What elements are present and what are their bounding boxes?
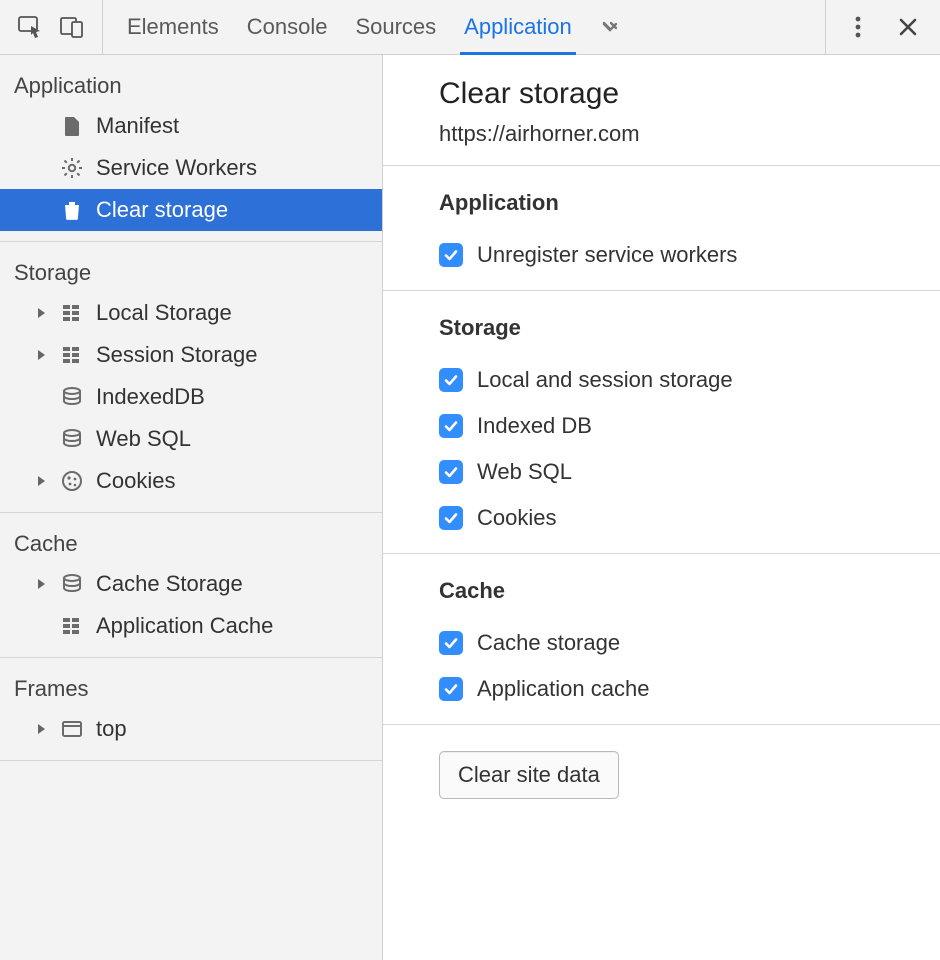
group-heading: Application xyxy=(439,190,940,216)
page-title: Clear storage xyxy=(439,77,940,111)
origin-url: https://airhorner.com xyxy=(439,121,940,147)
checkbox-icon[interactable] xyxy=(439,506,463,530)
tab-label: Elements xyxy=(127,14,219,40)
sidebar-item-manifest[interactable]: Manifest xyxy=(0,105,382,147)
grid-icon xyxy=(60,302,84,324)
sidebar-item-label: Service Workers xyxy=(96,153,257,183)
option-label: Cache storage xyxy=(477,630,620,656)
sidebar-item-label: Cache Storage xyxy=(96,569,243,599)
sidebar-section-title: Cache xyxy=(0,513,382,563)
option-label: Unregister service workers xyxy=(477,242,737,268)
grid-icon xyxy=(60,615,84,637)
sidebar-item-label: Session Storage xyxy=(96,340,257,370)
tab-application[interactable]: Application xyxy=(464,0,572,54)
checkbox-icon[interactable] xyxy=(439,677,463,701)
db-icon xyxy=(60,386,84,408)
devtools-toolbar: Elements Console Sources Application xyxy=(0,0,940,55)
expand-arrow-icon xyxy=(34,349,48,361)
sidebar-item-websql[interactable]: Web SQL xyxy=(0,418,382,460)
option-cookies[interactable]: Cookies xyxy=(439,495,940,541)
tab-label: Console xyxy=(247,14,328,40)
option-label: Application cache xyxy=(477,676,649,702)
option-app-cache[interactable]: Application cache xyxy=(439,666,940,712)
option-local-session[interactable]: Local and session storage xyxy=(439,357,940,403)
sidebar-item-label: top xyxy=(96,714,127,744)
sidebar-item-label: Cookies xyxy=(96,466,175,496)
sidebar-item-label: Clear storage xyxy=(96,195,228,225)
expand-arrow-icon xyxy=(34,307,48,319)
clear-site-data-button[interactable]: Clear site data xyxy=(439,751,619,799)
option-label: Indexed DB xyxy=(477,413,592,439)
expand-arrow-icon xyxy=(34,475,48,487)
sidebar-item-label: Web SQL xyxy=(96,424,191,454)
devtools-tabs: Elements Console Sources Application xyxy=(103,0,825,54)
sidebar-item-indexeddb[interactable]: IndexedDB xyxy=(0,376,382,418)
main-panel: Clear storage https://airhorner.com Appl… xyxy=(383,55,940,960)
sidebar-item-cache-storage[interactable]: Cache Storage xyxy=(0,563,382,605)
group-heading: Storage xyxy=(439,315,940,341)
tab-elements[interactable]: Elements xyxy=(127,0,219,54)
sidebar-section-title: Frames xyxy=(0,658,382,708)
tab-label: Application xyxy=(464,14,572,40)
sidebar-item-label: Local Storage xyxy=(96,298,232,328)
db-icon xyxy=(60,573,84,595)
option-label: Cookies xyxy=(477,505,556,531)
sidebar-item-label: Manifest xyxy=(96,111,179,141)
toolbar-right xyxy=(825,0,940,54)
sidebar-item-clear-storage[interactable]: Clear storage xyxy=(0,189,382,231)
option-websql[interactable]: Web SQL xyxy=(439,449,940,495)
sidebar-item-session-storage[interactable]: Session Storage xyxy=(0,334,382,376)
checkbox-icon[interactable] xyxy=(439,414,463,438)
grid-icon xyxy=(60,344,84,366)
checkbox-icon[interactable] xyxy=(439,368,463,392)
action-row: Clear site data xyxy=(383,725,940,825)
option-label: Local and session storage xyxy=(477,367,733,393)
expand-arrow-icon xyxy=(34,578,48,590)
kebab-menu-icon[interactable] xyxy=(844,13,872,41)
settings-group: Storage Local and session storage Indexed … xyxy=(383,291,940,554)
inspect-element-icon[interactable] xyxy=(16,13,44,41)
tab-label: Sources xyxy=(355,14,436,40)
checkbox-icon[interactable] xyxy=(439,631,463,655)
tabs-overflow-icon[interactable] xyxy=(600,0,620,54)
sidebar-item-cookies[interactable]: Cookies xyxy=(0,460,382,502)
group-heading: Cache xyxy=(439,578,940,604)
sidebar-section-title: Storage xyxy=(0,242,382,292)
db-icon xyxy=(60,428,84,450)
sidebar-item-application-cache[interactable]: Application Cache xyxy=(0,605,382,647)
sidebar-item-label: IndexedDB xyxy=(96,382,205,412)
option-label: Web SQL xyxy=(477,459,572,485)
button-label: Clear site data xyxy=(458,762,600,787)
application-sidebar: Application Manifest Service Workers Clear … xyxy=(0,55,383,960)
sidebar-item-local-storage[interactable]: Local Storage xyxy=(0,292,382,334)
sidebar-item-service-workers[interactable]: Service Workers xyxy=(0,147,382,189)
file-icon xyxy=(60,115,84,137)
option-cache-storage[interactable]: Cache storage xyxy=(439,620,940,666)
device-toolbar-icon[interactable] xyxy=(58,13,86,41)
sidebar-section-title: Application xyxy=(0,55,382,105)
window-icon xyxy=(60,718,84,740)
expand-arrow-icon xyxy=(34,723,48,735)
sidebar-item-top-frame[interactable]: top xyxy=(0,708,382,750)
sidebar-item-label: Application Cache xyxy=(96,611,273,641)
tab-sources[interactable]: Sources xyxy=(355,0,436,54)
settings-group: Cache Cache storage Application cache xyxy=(383,554,940,725)
main-header: Clear storage https://airhorner.com xyxy=(383,55,940,166)
cookie-icon xyxy=(60,470,84,492)
close-icon[interactable] xyxy=(894,13,922,41)
toolbar-left-icons xyxy=(0,0,103,54)
checkbox-icon[interactable] xyxy=(439,460,463,484)
gear-icon xyxy=(60,157,84,179)
settings-group: Application Unregister service workers xyxy=(383,166,940,291)
trash-icon xyxy=(60,199,84,221)
tab-console[interactable]: Console xyxy=(247,0,328,54)
option-unregister-sw[interactable]: Unregister service workers xyxy=(439,232,940,278)
option-indexeddb[interactable]: Indexed DB xyxy=(439,403,940,449)
checkbox-icon[interactable] xyxy=(439,243,463,267)
